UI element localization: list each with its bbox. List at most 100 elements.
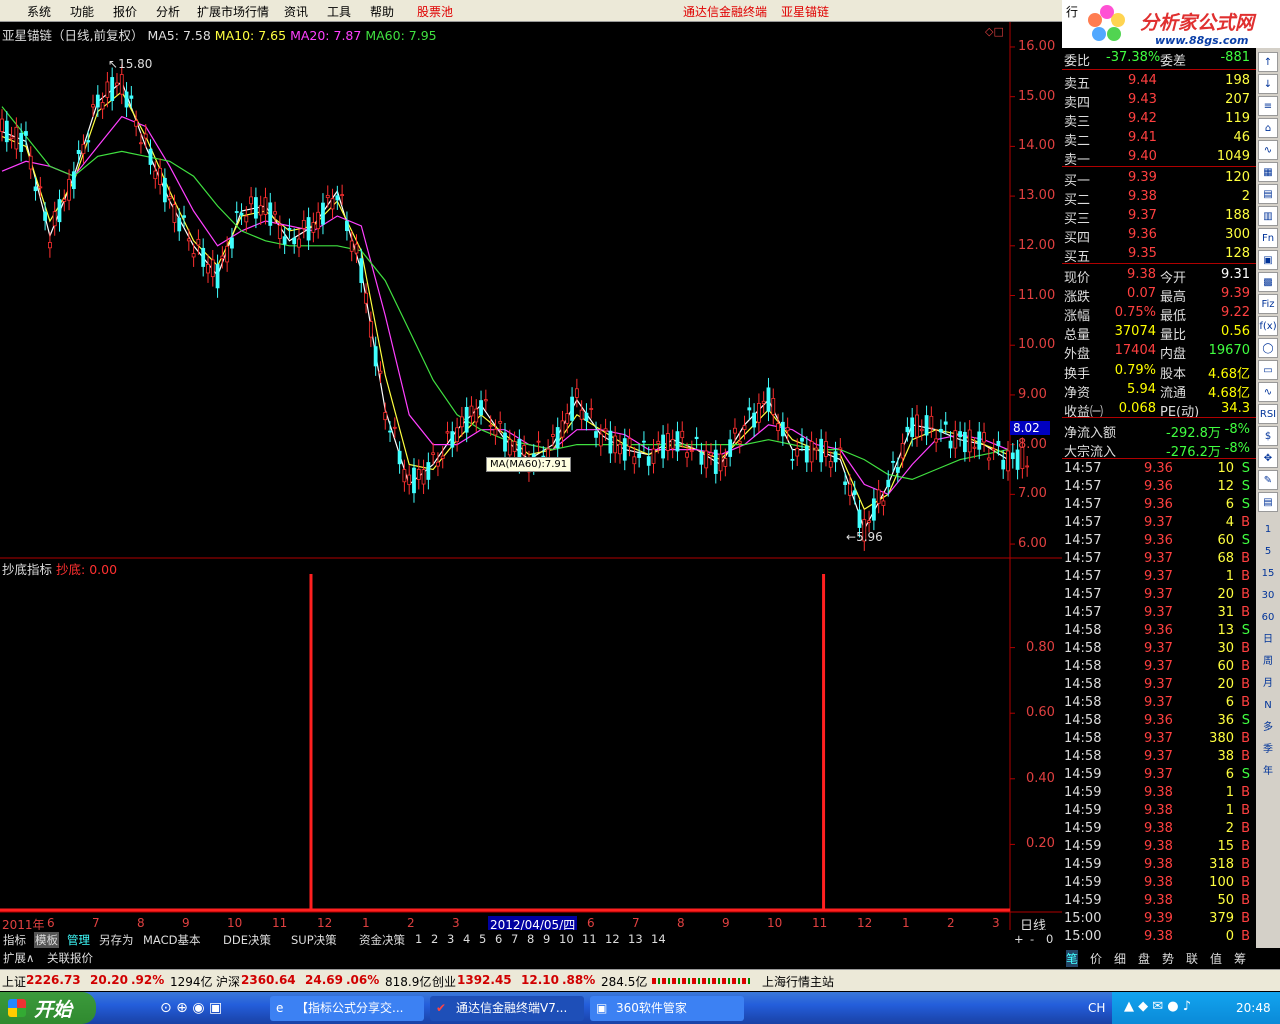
tab-macd[interactable]: MACD基本 (142, 932, 201, 948)
quote-tab-4[interactable]: 势 (1162, 950, 1174, 967)
period-button-3[interactable]: 30 (1258, 586, 1278, 606)
menu-quote[interactable]: 报价 (113, 3, 137, 20)
ask-label: 卖三 (1064, 115, 1091, 130)
period-button-4[interactable]: 60 (1258, 608, 1278, 628)
sz-index: 2360.64 (241, 973, 296, 987)
toolbar-icon[interactable]: ✥ (1258, 448, 1278, 468)
expand-tab[interactable]: 扩展∧ (3, 950, 34, 966)
toolbar-icon[interactable]: ∿ (1258, 382, 1278, 402)
toolbar-icon[interactable]: Fiz (1258, 294, 1278, 314)
quote-tab-6[interactable]: 值 (1210, 950, 1222, 967)
candle-body (388, 430, 392, 433)
task-360[interactable]: ▣ 360软件管家 (590, 996, 744, 1021)
toolbar-icon[interactable]: ↓ (1258, 74, 1278, 94)
quote-tab-7[interactable]: 筹 (1234, 950, 1246, 967)
toolbar-icon[interactable]: f(x) (1258, 316, 1278, 336)
tab-manage[interactable]: 管理 (66, 932, 91, 948)
tray-icons[interactable]: ▲ ◆ ✉ ● ♪ (1124, 999, 1191, 1014)
toolbar-icon[interactable]: ▤ (1258, 492, 1278, 512)
tab-page-11[interactable]: 11 (581, 932, 598, 946)
task-forum[interactable]: e 【指标公式分享交... (270, 996, 424, 1021)
toolbar-icon[interactable]: ▦ (1258, 162, 1278, 182)
toolbar-icon[interactable]: Fn (1258, 228, 1278, 248)
stat-value-2: 9.22 (1221, 305, 1250, 320)
toolbar-icon[interactable]: ↑ (1258, 52, 1278, 72)
tab-page-9[interactable]: 9 (542, 932, 551, 946)
period-button-10[interactable]: 季 (1258, 740, 1278, 760)
tab-sup[interactable]: SUP决策 (290, 932, 338, 948)
tab-page-1[interactable]: 1 (414, 932, 423, 946)
tab-fund[interactable]: 资金决策 (358, 932, 406, 948)
toolbar-icon[interactable]: ▭ (1258, 360, 1278, 380)
tab-page-2[interactable]: 2 (430, 932, 439, 946)
period-button-2[interactable]: 15 (1258, 564, 1278, 584)
tab-page-5[interactable]: 5 (478, 932, 487, 946)
period-button-0[interactable]: 1 (1258, 520, 1278, 540)
tab-page-7[interactable]: 7 (510, 932, 519, 946)
candle-body (996, 440, 1001, 447)
tab-template[interactable]: 模板 (34, 932, 59, 948)
toolbar-icon[interactable]: ✎ (1258, 470, 1278, 490)
kline-chart-panel[interactable] (0, 22, 1062, 930)
toolbar-icon[interactable]: ◯ (1258, 338, 1278, 358)
menu-system[interactable]: 系统 (27, 3, 51, 20)
tab-page-6[interactable]: 6 (494, 932, 503, 946)
quote-tab-3[interactable]: 盘 (1138, 950, 1150, 967)
menu-analysis[interactable]: 分析 (156, 3, 180, 20)
toolbar-icon[interactable]: ▥ (1258, 206, 1278, 226)
chart-options-icon[interactable]: ◇□ (985, 25, 1004, 38)
menu-function[interactable]: 功能 (70, 3, 94, 20)
tab-save-as[interactable]: 另存为 (98, 932, 135, 948)
quote-tab-2[interactable]: 细 (1114, 950, 1126, 967)
candle-body (766, 387, 771, 412)
menu-extended-market[interactable]: 扩展市场行情 (197, 3, 269, 20)
tab-control-2[interactable]: 0 (1046, 932, 1053, 946)
tab-control-0[interactable]: + (1014, 932, 1024, 946)
quote-tab-1[interactable]: 价 (1090, 950, 1102, 967)
tab-page-3[interactable]: 3 (446, 932, 455, 946)
toolbar-icon[interactable]: ▣ (1258, 250, 1278, 270)
menu-news[interactable]: 资讯 (284, 3, 308, 20)
period-button-8[interactable]: N (1258, 696, 1278, 716)
tab-control-1[interactable]: - (1030, 932, 1034, 946)
tab-page-10[interactable]: 10 (558, 932, 575, 946)
menu-tools[interactable]: 工具 (327, 3, 351, 20)
tab-page-13[interactable]: 13 (627, 932, 644, 946)
toolbar-icon[interactable]: RSI (1258, 404, 1278, 424)
candle-body (139, 142, 143, 145)
quote-tab-5[interactable]: 联 (1186, 950, 1198, 967)
bid-volume: 300 (1225, 227, 1250, 242)
ime-indicator[interactable]: CH (1088, 1001, 1105, 1015)
toolbar-icon[interactable]: ∿ (1258, 140, 1278, 160)
tab-page-4[interactable]: 4 (462, 932, 471, 946)
start-button[interactable]: 开始 (0, 992, 96, 1024)
tab-indicator[interactable]: 指标 (2, 932, 27, 948)
period-button-7[interactable]: 月 (1258, 674, 1278, 694)
server-name[interactable]: 上海行情主站 (762, 973, 834, 990)
tab-page-14[interactable]: 14 (650, 932, 667, 946)
period-button-1[interactable]: 5 (1258, 542, 1278, 562)
tick-price: 9.37 (1144, 731, 1173, 746)
tab-page-8[interactable]: 8 (526, 932, 535, 946)
tick-time: 14:58 (1064, 623, 1102, 638)
quote-tab-0[interactable]: 笔 (1066, 950, 1079, 967)
price-tick-label: 15.00 (1018, 88, 1056, 104)
period-button-5[interactable]: 日 (1258, 630, 1278, 650)
task-tdx[interactable]: ✔ 通达信金融终端V7... (430, 996, 584, 1021)
toolbar-icon[interactable]: ≡ (1258, 96, 1278, 116)
period-button-11[interactable]: 年 (1258, 762, 1278, 782)
tab-page-12[interactable]: 12 (604, 932, 621, 946)
toolbar-icon[interactable]: $ (1258, 426, 1278, 446)
toolbar-icon[interactable]: ▩ (1258, 272, 1278, 292)
menu-stock-pool[interactable]: 股票池 (417, 3, 453, 20)
chart-svg[interactable] (0, 22, 1062, 930)
related-quote-tab[interactable]: 关联报价 (47, 950, 93, 966)
period-button-6[interactable]: 周 (1258, 652, 1278, 672)
period-button-9[interactable]: 多 (1258, 718, 1278, 738)
toolbar-icon[interactable]: ▤ (1258, 184, 1278, 204)
menu-help[interactable]: 帮助 (370, 3, 394, 20)
tab-dde[interactable]: DDE决策 (222, 932, 272, 948)
toolbar-icon[interactable]: ⌂ (1258, 118, 1278, 138)
quicklaunch-icons[interactable]: ⊙ ⊕ ◉ ▣ (160, 1000, 222, 1016)
tick-price: 9.37 (1144, 749, 1173, 764)
